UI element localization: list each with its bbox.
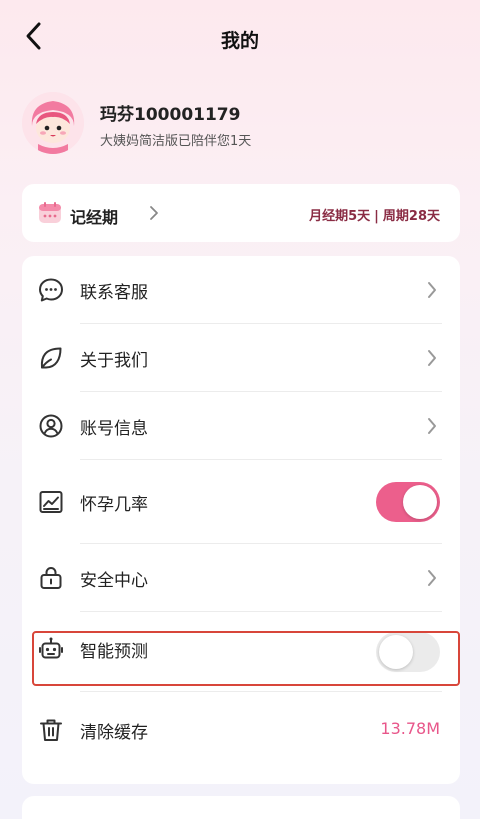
selection-highlight	[32, 631, 460, 686]
menu-item-label: 关于我们	[80, 351, 148, 371]
menu-item-label: 账号信息	[80, 419, 148, 439]
user-name: 玛芬100001179	[100, 105, 241, 125]
user-icon	[39, 414, 63, 438]
profile-section[interactable]: 玛芬100001179 大姨妈简洁版已陪伴您1天	[22, 92, 462, 158]
toggle-knob	[403, 485, 437, 519]
pregnancy-chance-toggle[interactable]	[376, 482, 440, 522]
period-label: 记经期	[70, 208, 119, 227]
user-subtitle: 大姨妈简洁版已陪伴您1天	[100, 134, 252, 149]
cycle-length: 周期28天	[382, 209, 440, 224]
chevron-right-icon	[428, 418, 436, 434]
menu-item-account-info[interactable]: 账号信息	[22, 392, 460, 460]
menu-card: 联系客服 关于我们 账号信息 怀孕几率 安全中心 智能预测 清除缓存 13.78…	[22, 256, 460, 784]
page-title: 我的	[220, 30, 259, 52]
menu-item-label: 安全中心	[80, 571, 148, 591]
menu-item-security-center[interactable]: 安全中心	[22, 544, 460, 612]
menu-item-label: 联系客服	[80, 283, 148, 303]
avatar[interactable]	[22, 92, 84, 154]
period-length: 月经期5天	[309, 209, 371, 224]
menu-item-pregnancy-chance: 怀孕几率	[22, 460, 460, 544]
menu-item-about-us[interactable]: 关于我们	[22, 324, 460, 392]
chevron-right-icon	[428, 350, 436, 366]
menu-item-clear-cache[interactable]: 清除缓存 13.78M	[22, 696, 460, 764]
chevron-right-icon	[150, 206, 158, 220]
leaf-icon	[40, 347, 62, 369]
chevron-right-icon	[428, 570, 436, 586]
cycle-info: 月经期5天 | 周期28天	[309, 205, 440, 224]
trash-icon	[40, 719, 62, 741]
avatar-girl-icon	[22, 92, 84, 154]
calendar-icon	[39, 202, 61, 223]
bottom-card	[22, 796, 460, 819]
divider	[80, 691, 442, 692]
period-card[interactable]: 记经期 月经期5天 | 周期28天	[22, 184, 460, 242]
chart-icon	[39, 491, 63, 513]
cache-size: 13.78M	[380, 719, 440, 738]
menu-item-label: 清除缓存	[80, 723, 148, 743]
chat-icon	[39, 278, 63, 302]
menu-item-contact-service[interactable]: 联系客服	[22, 256, 460, 324]
chevron-right-icon	[428, 282, 436, 298]
lock-icon	[40, 566, 62, 589]
top-bar: 我的	[0, 0, 480, 76]
menu-item-label: 怀孕几率	[80, 495, 148, 515]
cycle-separator: |	[374, 209, 379, 224]
